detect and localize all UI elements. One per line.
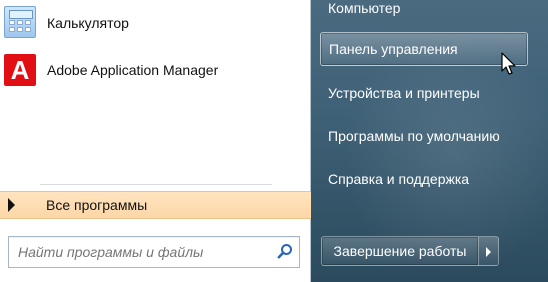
all-programs-label: Все программы xyxy=(46,197,148,213)
shutdown-options-arrow-icon[interactable] xyxy=(479,236,499,266)
link-help-and-support[interactable]: Справка и поддержка xyxy=(320,162,528,196)
link-label: Устройства и принтеры xyxy=(328,85,480,101)
program-label: Adobe Application Manager xyxy=(47,62,219,78)
programs-panel: Калькулятор A Adobe Application Manager … xyxy=(0,0,311,282)
shutdown-label: Завершение работы xyxy=(333,243,467,259)
search-box[interactable] xyxy=(8,236,300,268)
divider xyxy=(40,184,272,185)
link-computer[interactable]: Компьютер xyxy=(320,0,528,25)
link-default-programs[interactable]: Программы по умолчанию xyxy=(320,119,528,153)
adobe-icon: A xyxy=(4,54,36,86)
link-label: Справка и поддержка xyxy=(328,171,470,187)
program-label: Калькулятор xyxy=(47,15,129,31)
search-input[interactable] xyxy=(9,237,270,267)
link-label: Панель управления xyxy=(329,41,458,57)
shutdown-button[interactable]: Завершение работы xyxy=(321,236,479,266)
all-programs-button[interactable]: Все программы xyxy=(0,191,311,219)
program-item-adobe-application-manager[interactable]: A Adobe Application Manager xyxy=(0,48,311,92)
program-item-calculator[interactable]: Калькулятор xyxy=(0,2,311,46)
link-devices-and-printers[interactable]: Устройства и принтеры xyxy=(320,76,528,110)
mouse-cursor-icon xyxy=(501,52,516,75)
link-label: Программы по умолчанию xyxy=(328,128,500,144)
arrow-right-icon xyxy=(8,198,15,212)
search-icon[interactable] xyxy=(277,243,293,259)
calculator-icon xyxy=(4,6,36,38)
link-control-panel[interactable]: Панель управления xyxy=(320,32,528,66)
link-label: Компьютер xyxy=(328,0,401,16)
